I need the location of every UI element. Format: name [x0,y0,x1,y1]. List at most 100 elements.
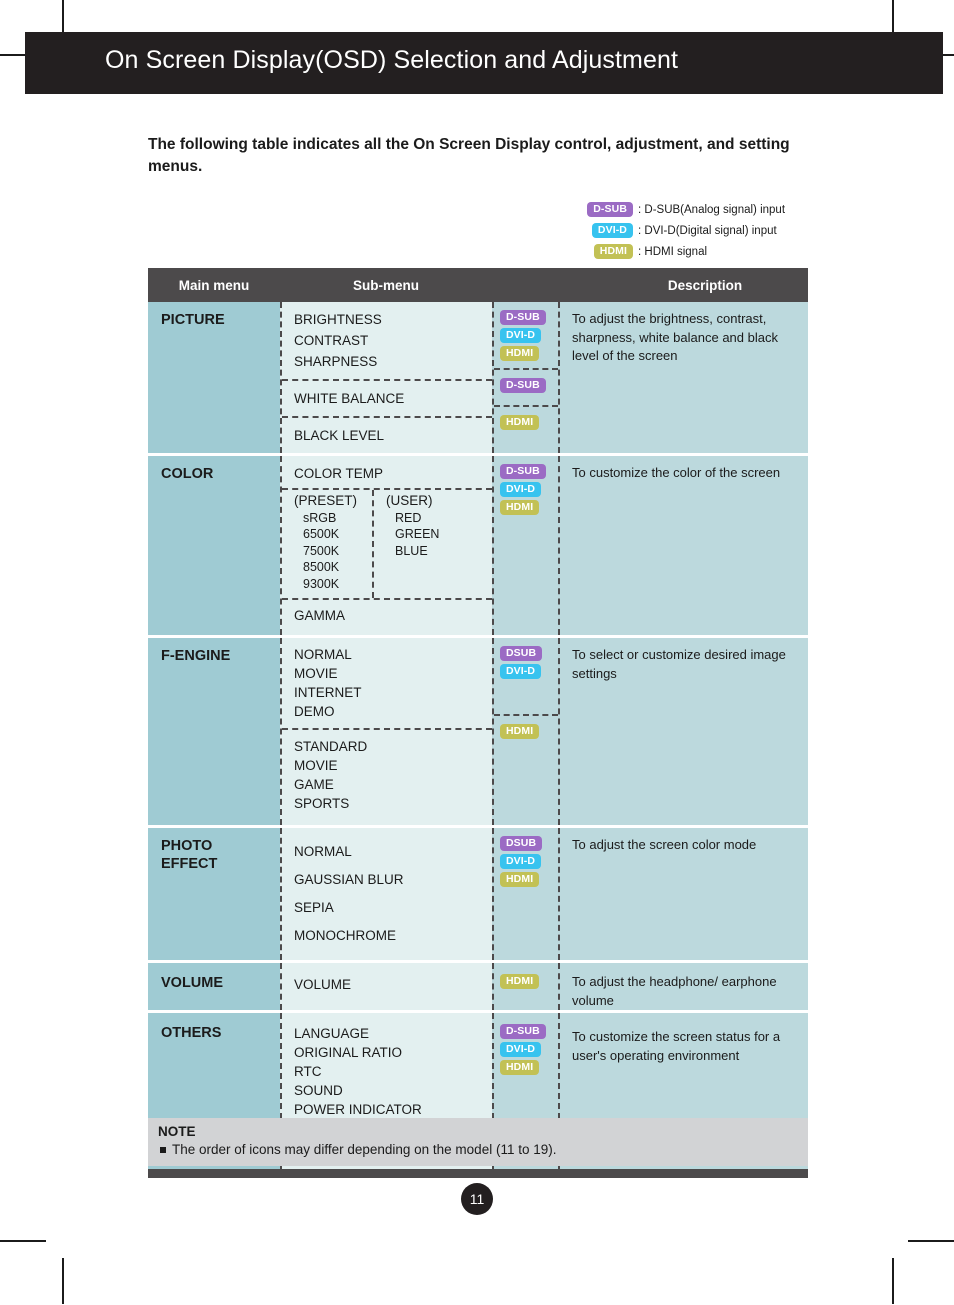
column-header-main-menu: Main menu [178,277,250,293]
crop-mark-bottom-left-vertical [62,1258,64,1304]
color-temp-options-grid: (PRESET) sRGB 6500K 7500K 8500K 9300K (U… [282,488,492,600]
sub-menu-f-engine: NORMAL MOVIE INTERNET DEMO STANDARD MOVI… [280,638,492,825]
crop-mark-bottom-right-horizontal [908,1240,954,1242]
description-f-engine: To select or customize desired image set… [558,638,808,825]
table-row: PICTURE BRIGHTNESS CONTRAST SHARPNESS WH… [148,302,808,456]
preset-value-6500k: 6500K [303,527,340,541]
sub-item-sound: SOUND [294,1083,343,1098]
legend-item-dvid: DVI-D : DVI-D(Digital signal) input [586,221,816,240]
sub-group: WHITE BALANCE [282,379,492,416]
main-menu-volume: VOLUME [148,963,280,1010]
sub-item-normal: NORMAL [294,844,352,859]
bullet-square-icon [160,1146,166,1153]
badge-dsub-icon: DSUB [500,836,543,851]
main-menu-label-photo: PHOTO [161,838,213,854]
sub-item-standard: STANDARD [294,739,368,754]
sub-menu-photo-effect: NORMAL GAUSSIAN BLUR SEPIA MONOCHROME [280,828,492,960]
sub-group: BLACK LEVEL [282,416,492,453]
sub-group: VOLUME [282,963,492,1008]
sub-item-brightness: BRIGHTNESS [294,312,382,327]
sub-group: NORMAL MOVIE INTERNET DEMO [282,638,492,728]
legend-item-dsub: D-SUB : D-SUB(Analog signal) input [586,200,816,219]
sub-item-color-temp: COLOR TEMP [294,466,384,481]
badge-dsub-icon: D-SUB [587,202,633,217]
description-volume: To adjust the headphone/ earphone volume [558,963,808,1010]
main-menu-photo-effect: PHOTO EFFECT [148,828,280,960]
badge-dvid-icon: DVI-D [500,1042,542,1057]
sub-group: STANDARD MOVIE GAME SPORTS [282,728,492,825]
user-header: (USER) [386,493,433,508]
intro-paragraph: The following table indicates all the On… [148,136,790,175]
legend-label-hdmi: : HDMI signal [638,245,708,258]
input-group: DSUB DVI-D HDMI [500,836,558,894]
sub-item-game: GAME [294,777,334,792]
sub-item-gamma: GAMMA [294,608,346,623]
legend-label-dvid: : DVI-D(Digital signal) input [638,224,777,237]
table-header-row: Main menu Sub-menu Description [148,268,808,302]
osd-menu-table: Main menu Sub-menu Description PICTURE B… [148,268,808,1178]
sub-item-original-ratio: ORIGINAL RATIO [294,1045,403,1060]
input-group: HDMI [494,405,558,437]
user-value-blue: BLUE [395,543,428,558]
legend-badge-cell-dvid: DVI-D [586,223,638,238]
sub-item-contrast: CONTRAST [294,333,369,348]
user-value-green: GREEN [395,527,440,541]
note-text: The order of icons may differ depending … [172,1142,557,1157]
sub-item-rtc: RTC [294,1064,322,1079]
supported-input-photo-effect: DSUB DVI-D HDMI [492,828,558,960]
user-column: (USER) RED GREEN BLUE [372,490,490,598]
badge-dsub-icon: D-SUB [500,464,546,479]
preset-value-srgb: sRGB [303,510,337,525]
table-row: PHOTO EFFECT NORMAL GAUSSIAN BLUR SEPIA … [148,828,808,963]
table-row: VOLUME VOLUME HDMI To adjust the headpho… [148,963,808,1013]
input-group: D-SUB DVI-D HDMI [500,310,558,368]
note-title: NOTE [158,1124,196,1139]
preset-value-9300k: 9300K [303,576,340,591]
badge-dsub-icon: D-SUB [500,378,546,393]
page-title: On Screen Display(OSD) Selection and Adj… [105,46,679,74]
sub-item-movie: MOVIE [294,666,338,681]
sub-menu-picture: BRIGHTNESS CONTRAST SHARPNESS WHITE BALA… [280,302,492,453]
sub-item-demo: DEMO [294,704,335,719]
supported-input-picture: D-SUB DVI-D HDMI D-SUB HDMI [492,302,558,453]
table-row: COLOR COLOR TEMP (PRESET) sRGB 6500K 750… [148,456,808,638]
sub-item-black-level: BLACK LEVEL [294,428,385,443]
note-line: The order of icons may differ depending … [158,1142,808,1157]
sub-group: COLOR TEMP [282,456,492,488]
preset-header: (PRESET) [294,493,358,508]
supported-input-f-engine: DSUB DVI-D HDMI [492,638,558,825]
signal-legend: D-SUB : D-SUB(Analog signal) input DVI-D… [586,200,816,263]
input-group: HDMI [494,714,558,746]
legend-item-hdmi: HDMI : HDMI signal [586,242,816,261]
legend-badge-cell-dsub: D-SUB [586,202,638,217]
page-number-badge: 11 [461,1183,493,1215]
sub-group: BRIGHTNESS CONTRAST SHARPNESS [282,302,492,379]
badge-hdmi-icon: HDMI [593,244,633,259]
preset-value-7500k: 7500K [303,543,340,558]
input-group: D-SUB [494,368,558,405]
user-value-red: RED [395,510,422,525]
badge-dsub-icon: DSUB [500,646,543,661]
supported-input-volume: HDMI [492,963,558,1010]
sub-item-sharpness: SHARPNESS [294,354,378,369]
table-row: F-ENGINE NORMAL MOVIE INTERNET DEMO STAN… [148,638,808,828]
input-group: D-SUB DVI-D HDMI [500,1024,558,1082]
sub-item-internet: INTERNET [294,685,362,700]
badge-hdmi-icon: HDMI [500,415,540,430]
badge-dvid-icon: DVI-D [500,854,542,869]
badge-hdmi-icon: HDMI [500,724,540,739]
sub-menu-volume: VOLUME [280,963,492,1010]
column-header-description: Description [667,277,743,293]
sub-group: GAMMA [282,600,492,635]
crop-mark-bottom-right-vertical [892,1258,894,1304]
badge-hdmi-icon: HDMI [500,346,540,361]
description-picture: To adjust the brightness, contrast, shar… [558,302,808,453]
input-group: HDMI [500,974,558,996]
sub-item-normal: NORMAL [294,647,352,662]
sub-item-white-balance: WHITE BALANCE [294,391,405,406]
description-photo-effect: To adjust the screen color mode [558,828,808,960]
main-menu-picture: PICTURE [148,302,280,453]
badge-hdmi-icon: HDMI [500,1060,540,1075]
preset-value-8500k: 8500K [303,560,340,574]
main-menu-f-engine: F-ENGINE [148,638,280,825]
